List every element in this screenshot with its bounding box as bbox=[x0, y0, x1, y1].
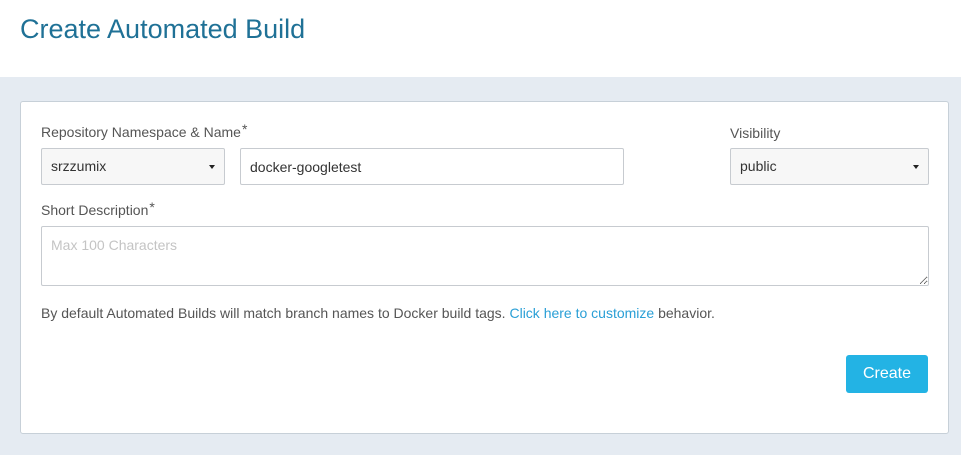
short-description-label-text: Short Description bbox=[41, 202, 149, 218]
repository-label-text: Repository Namespace & Name bbox=[41, 124, 241, 140]
repository-label: Repository Namespace & Name* bbox=[41, 121, 248, 140]
create-button[interactable]: Create bbox=[846, 355, 928, 393]
create-build-form: Repository Namespace & Name* Visibility … bbox=[20, 101, 949, 434]
visibility-select[interactable]: public bbox=[730, 148, 929, 185]
visibility-select-value: public bbox=[740, 158, 777, 174]
customize-link[interactable]: Click here to customize bbox=[509, 305, 654, 321]
repository-name-input[interactable] bbox=[240, 148, 624, 185]
required-mark: * bbox=[241, 121, 248, 137]
short-description-textarea[interactable] bbox=[41, 226, 929, 286]
namespace-select[interactable]: srzzumix bbox=[41, 148, 225, 185]
short-description-label: Short Description* bbox=[41, 199, 155, 218]
page-header: Create Automated Build bbox=[0, 0, 961, 77]
caret-down-icon bbox=[209, 165, 215, 169]
namespace-select-value: srzzumix bbox=[51, 158, 107, 174]
required-mark: * bbox=[149, 199, 155, 215]
visibility-label: Visibility bbox=[730, 125, 781, 141]
build-tags-help-text: By default Automated Builds will match b… bbox=[41, 305, 715, 321]
help-text-suffix: behavior. bbox=[654, 305, 715, 321]
page-title: Create Automated Build bbox=[20, 14, 306, 44]
caret-down-icon bbox=[913, 165, 919, 169]
help-text-prefix: By default Automated Builds will match b… bbox=[41, 305, 510, 321]
